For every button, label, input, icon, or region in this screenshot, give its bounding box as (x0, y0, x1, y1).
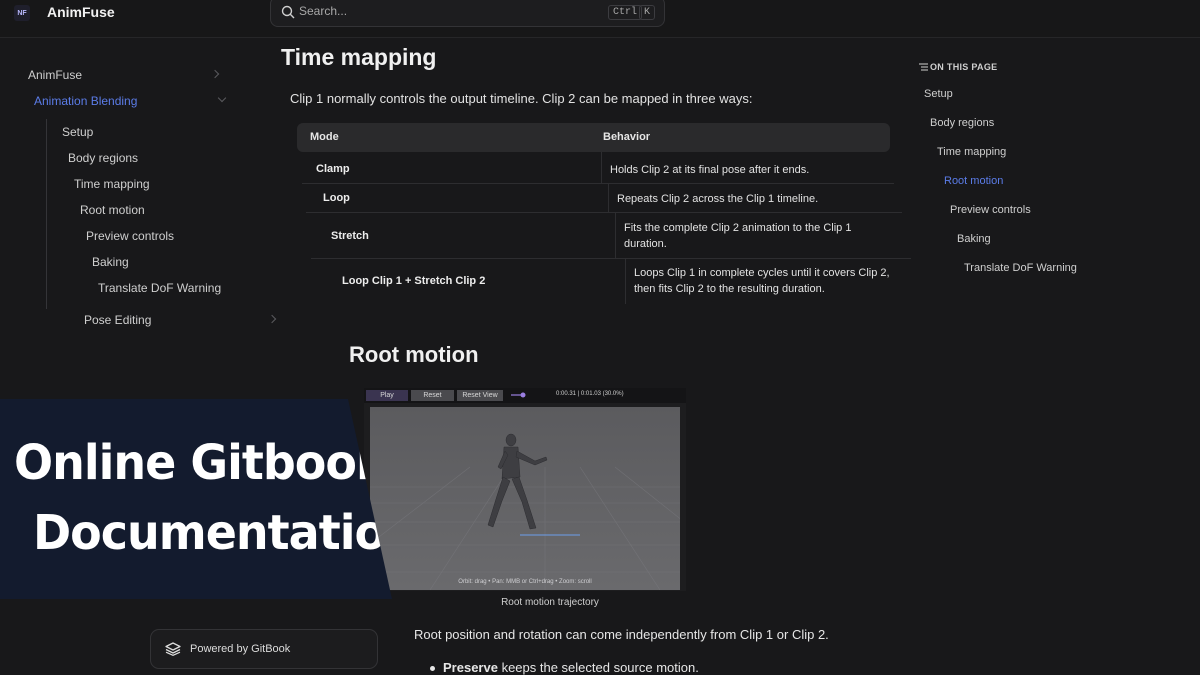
table-cell-behavior: Holds Clip 2 at its final pose after it … (610, 164, 810, 176)
root-motion-viewer-image: Play Reset Reset View 0:00.31 | 0:01.03 … (364, 388, 686, 591)
sidebar-item-body-regions[interactable]: Body regions (68, 151, 138, 165)
viewer-hint: Orbit: drag • Pan: MMB or Ctrl+drag • Zo… (458, 579, 592, 585)
table-cell-behavior: Repeats Clip 2 across the Clip 1 timelin… (617, 193, 819, 205)
sidebar-item-time-mapping[interactable]: Time mapping (74, 177, 150, 191)
toc-item-baking[interactable]: Baking (957, 233, 991, 245)
toc-item-translate-dof-warning[interactable]: Translate DoF Warning (964, 262, 1077, 274)
row-divider (302, 183, 894, 184)
sidebar-item-baking[interactable]: Baking (92, 255, 129, 269)
reset-view-button[interactable]: Reset View (457, 390, 503, 401)
brand-name[interactable]: AnimFuse (47, 4, 115, 20)
powered-by-gitbook-button[interactable]: Powered by GitBook (150, 629, 378, 669)
row-divider (306, 212, 902, 213)
table-cell-mode: Loop (323, 192, 350, 204)
root-motion-paragraph: Root position and rotation can come inde… (414, 627, 829, 642)
toc-item-root-motion[interactable]: Root motion (944, 175, 1003, 187)
timeline-slider[interactable] (511, 391, 527, 399)
powered-by-label: Powered by GitBook (190, 643, 291, 655)
viewer-toolbar: Play Reset Reset View 0:00.31 | 0:01.03 … (364, 388, 686, 403)
table-cell-behavior: Loops Clip 1 in complete cycles until it… (634, 267, 890, 295)
section-title-root-motion: Root motion (349, 342, 479, 367)
stack-icon (165, 642, 181, 656)
table-cell-mode: Loop Clip 1 + Stretch Clip 2 (342, 275, 486, 287)
toc-item-setup[interactable]: Setup (924, 88, 953, 100)
toc-item-preview-controls[interactable]: Preview controls (950, 204, 1031, 216)
viewport-3d[interactable]: Orbit: drag • Pan: MMB or Ctrl+drag • Zo… (370, 407, 680, 590)
top-bar: NF AnimFuse Ctrl K (0, 0, 1200, 38)
column-header-mode: Mode (310, 131, 339, 143)
bullet-term: Preserve (443, 660, 498, 675)
table-cell-mode: Clamp (316, 163, 350, 175)
logo-icon[interactable]: NF (14, 5, 30, 21)
chevron-right-icon[interactable] (267, 314, 277, 324)
time-readout: 0:00.31 | 0:01.03 (30.0%) (556, 391, 624, 397)
bullet-text: keeps the selected source motion. (497, 660, 699, 675)
table-cell-mode: Stretch (331, 230, 369, 242)
sidebar-item-setup[interactable]: Setup (62, 125, 93, 139)
sidebar-item-root-motion[interactable]: Root motion (80, 203, 145, 217)
column-divider (615, 212, 616, 258)
sidebar-item-animation-blending[interactable]: Animation Blending (34, 94, 137, 108)
toc-title: ON THIS PAGE (930, 62, 998, 72)
reset-button[interactable]: Reset (411, 390, 454, 401)
column-divider (625, 258, 626, 304)
banner-line-2: Documentation (33, 503, 417, 561)
sidebar-item-translate-dof-warning[interactable]: Translate DoF Warning (98, 281, 221, 295)
search-input[interactable] (299, 4, 549, 18)
shortcut-k-key: K (639, 5, 656, 20)
sidebar-item-preview-controls[interactable]: Preview controls (86, 229, 174, 243)
search-icon (281, 5, 295, 19)
promo-banner: Online Gitbook Documentation (0, 399, 392, 599)
column-divider (608, 184, 609, 212)
tree-line (46, 119, 47, 309)
toc-item-body-regions[interactable]: Body regions (930, 117, 994, 129)
shortcut-ctrl-key: Ctrl (608, 5, 643, 20)
table-cell-behavior: Fits the complete Clip 2 animation to th… (624, 222, 852, 250)
sidebar-item-animfuse[interactable]: AnimFuse (28, 68, 82, 82)
toc-item-time-mapping[interactable]: Time mapping (937, 146, 1006, 158)
intro-text: Clip 1 normally controls the output time… (290, 91, 753, 106)
column-divider (601, 152, 602, 184)
play-button[interactable]: Play (366, 390, 408, 401)
bullet-dot (430, 666, 435, 671)
banner-line-1: Online Gitbook (14, 433, 387, 491)
chevron-down-icon[interactable] (217, 93, 227, 103)
row-divider (311, 258, 911, 259)
character-figure (487, 433, 548, 530)
sidebar-item-pose-editing[interactable]: Pose Editing (84, 313, 151, 327)
search-box[interactable]: Ctrl K (270, 0, 665, 27)
list-icon (919, 63, 928, 71)
bullet-item: Preserve keeps the selected source motio… (443, 660, 699, 675)
image-caption: Root motion trajectory (501, 597, 599, 608)
chevron-right-icon[interactable] (210, 69, 220, 79)
page-title: Time mapping (281, 44, 437, 70)
table-header: Mode Behavior (297, 123, 890, 152)
column-header-behavior: Behavior (603, 131, 651, 143)
